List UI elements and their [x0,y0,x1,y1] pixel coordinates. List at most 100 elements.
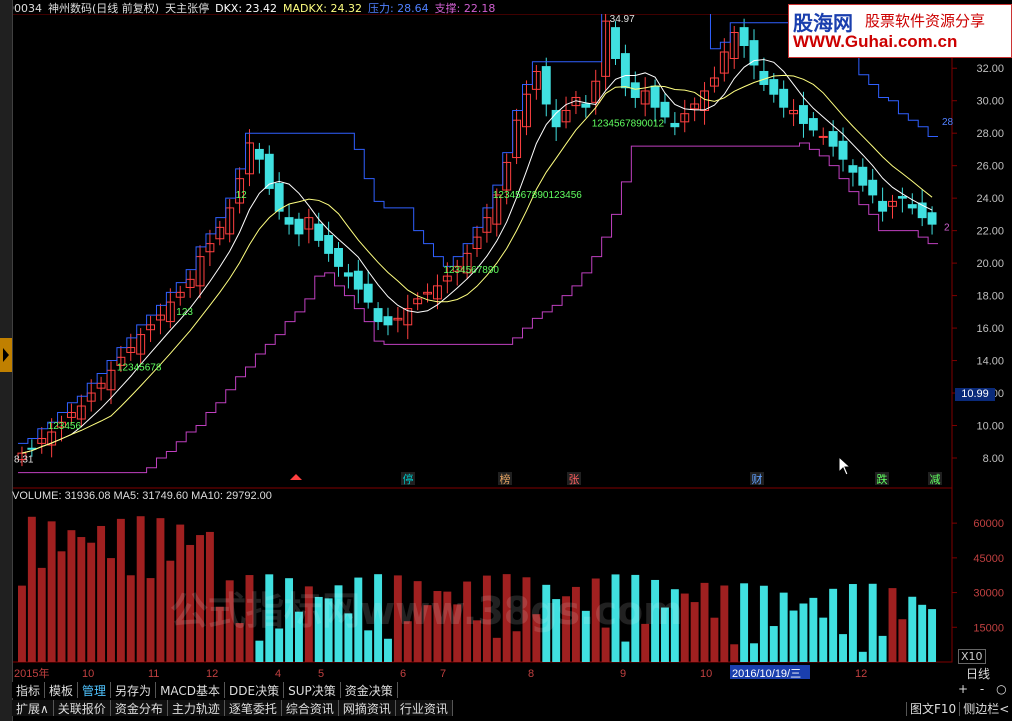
tab-top-6[interactable]: SUP决策 [284,682,341,698]
volume-bar [690,602,699,662]
x-axis-label: 12 [206,668,218,680]
tab-top-1[interactable]: 模板 [45,682,79,698]
volume-bar [898,619,907,662]
candle [650,85,660,108]
indicator-name: 天主张停 [165,2,210,15]
x-axis-label: 4 [275,668,281,680]
volume-multiplier[interactable]: X10 [958,649,986,664]
pressure-line [18,10,938,444]
indicator-tabs: 指标 模板 管理 另存为 MACD基本 DDE决策 SUP决策 资金决策 [12,682,398,698]
x-axis-label: 9 [620,668,626,680]
price-tick-label: 26.00 [976,161,1004,173]
tab-top-4[interactable]: MACD基本 [156,682,226,698]
logo-url: WWW.Guhai.com.cn [793,32,958,51]
mouse-cursor-icon [838,456,852,476]
candle [808,118,818,131]
volume-header: VOLUME: 31936.08 MA5: 31749.60 MA10: 297… [12,490,272,502]
volume-bar [799,603,808,662]
zoom-in-button[interactable]: + [958,682,968,696]
candle [383,316,393,326]
tab-top-7[interactable]: 资金决策 [341,682,398,698]
candle [324,235,334,254]
tab-bottom-7[interactable]: 行业资讯 [395,700,453,716]
zoom-reset-button[interactable]: ○ [996,682,1006,696]
candle [878,200,888,212]
x-axis-label: 7 [440,668,446,680]
madkx-value: MADKX: 24.32 [283,2,362,15]
sidebar-toggle-button[interactable]: 侧边栏< [959,702,1012,716]
sequence-label: 123 [176,307,193,318]
volume-bar [97,525,106,662]
volume-bar [769,626,778,662]
tab-bottom-4[interactable]: 逐笔委托 [224,700,282,716]
candle [541,66,551,105]
price-tick-label: 8.00 [983,453,1004,465]
volume-bar [730,644,739,662]
candle [907,204,917,209]
tab-top-3[interactable]: 另存为 [111,682,157,698]
tab-bottom-3[interactable]: 主力轨迹 [167,700,225,716]
volume-bar [67,530,76,662]
period-label[interactable]: 日线 [966,665,990,682]
volume-bar [492,637,501,662]
candle [254,148,264,160]
candle [284,217,294,225]
right-support-label: 2 [944,223,950,234]
event-marker: 榜 [500,472,511,486]
volume-bar [809,597,818,662]
price-tick-label: 16.00 [976,323,1004,335]
tab-bottom-2[interactable]: 资金分布 [110,700,168,716]
candle [799,105,808,124]
sequence-label: 12345678 [117,362,162,373]
tab-bottom-0[interactable]: 扩展∧ [12,700,54,716]
volume-bar [77,537,86,662]
price-tick-label: 14.00 [976,356,1004,368]
x-axis-label: 10 [700,668,712,680]
x-axis-label: 12 [855,668,867,680]
price-tick-label: 18.00 [976,291,1004,303]
candle [818,135,828,138]
x-axis-label: 11 [148,668,159,680]
volume-bar [512,631,521,662]
volume-bar [888,588,897,662]
volume-bar [136,516,145,662]
volume-bar [928,609,937,662]
volume-bar [750,643,758,662]
volume-bar [255,640,264,662]
price-tick-label: 10.00 [976,421,1004,433]
volume-bar [740,583,749,662]
candle [363,283,373,303]
high-price-label: 34.97 [610,14,635,25]
candle [739,27,749,46]
support-value: 支撑: 22.18 [434,2,496,15]
price-tick-label: 30.00 [976,96,1004,108]
volume-bar [868,583,877,662]
info-tabs: 扩展∧ 关联报价 资金分布 主力轨迹 逐笔委托 综合资讯 网摘资讯 行业资讯 [12,700,453,716]
current-price-box: 10.99 [955,388,995,401]
event-marker: 跌 [877,472,888,486]
expand-arrow-icon[interactable] [0,338,12,372]
candle [343,272,353,277]
x-axis-label: 5 [318,668,324,680]
event-marker: 财 [752,472,763,486]
x-axis-label: 8 [528,668,534,680]
volume-bar [126,575,135,662]
bottom-right-buttons: 图文F10 侧边栏< [906,700,1012,717]
volume-bar [720,585,729,662]
volume-bar [37,567,46,662]
tab-top-5[interactable]: DDE决策 [225,682,285,698]
tab-bottom-1[interactable]: 关联报价 [53,700,111,716]
candle [294,218,304,235]
volume-bar [87,542,96,662]
volume-bar [710,617,719,662]
tab-top-2[interactable]: 管理 [78,682,112,698]
tab-top-0[interactable]: 指标 [12,682,46,698]
tab-bottom-5[interactable]: 综合资讯 [281,700,339,716]
volume-bar [384,638,392,662]
sequence-label: 12 [236,190,248,201]
f10-button[interactable]: 图文F10 [906,702,960,716]
zoom-out-button[interactable]: - [980,682,984,696]
candle [581,103,591,108]
candle [927,212,937,225]
tab-bottom-6[interactable]: 网摘资讯 [338,700,396,716]
